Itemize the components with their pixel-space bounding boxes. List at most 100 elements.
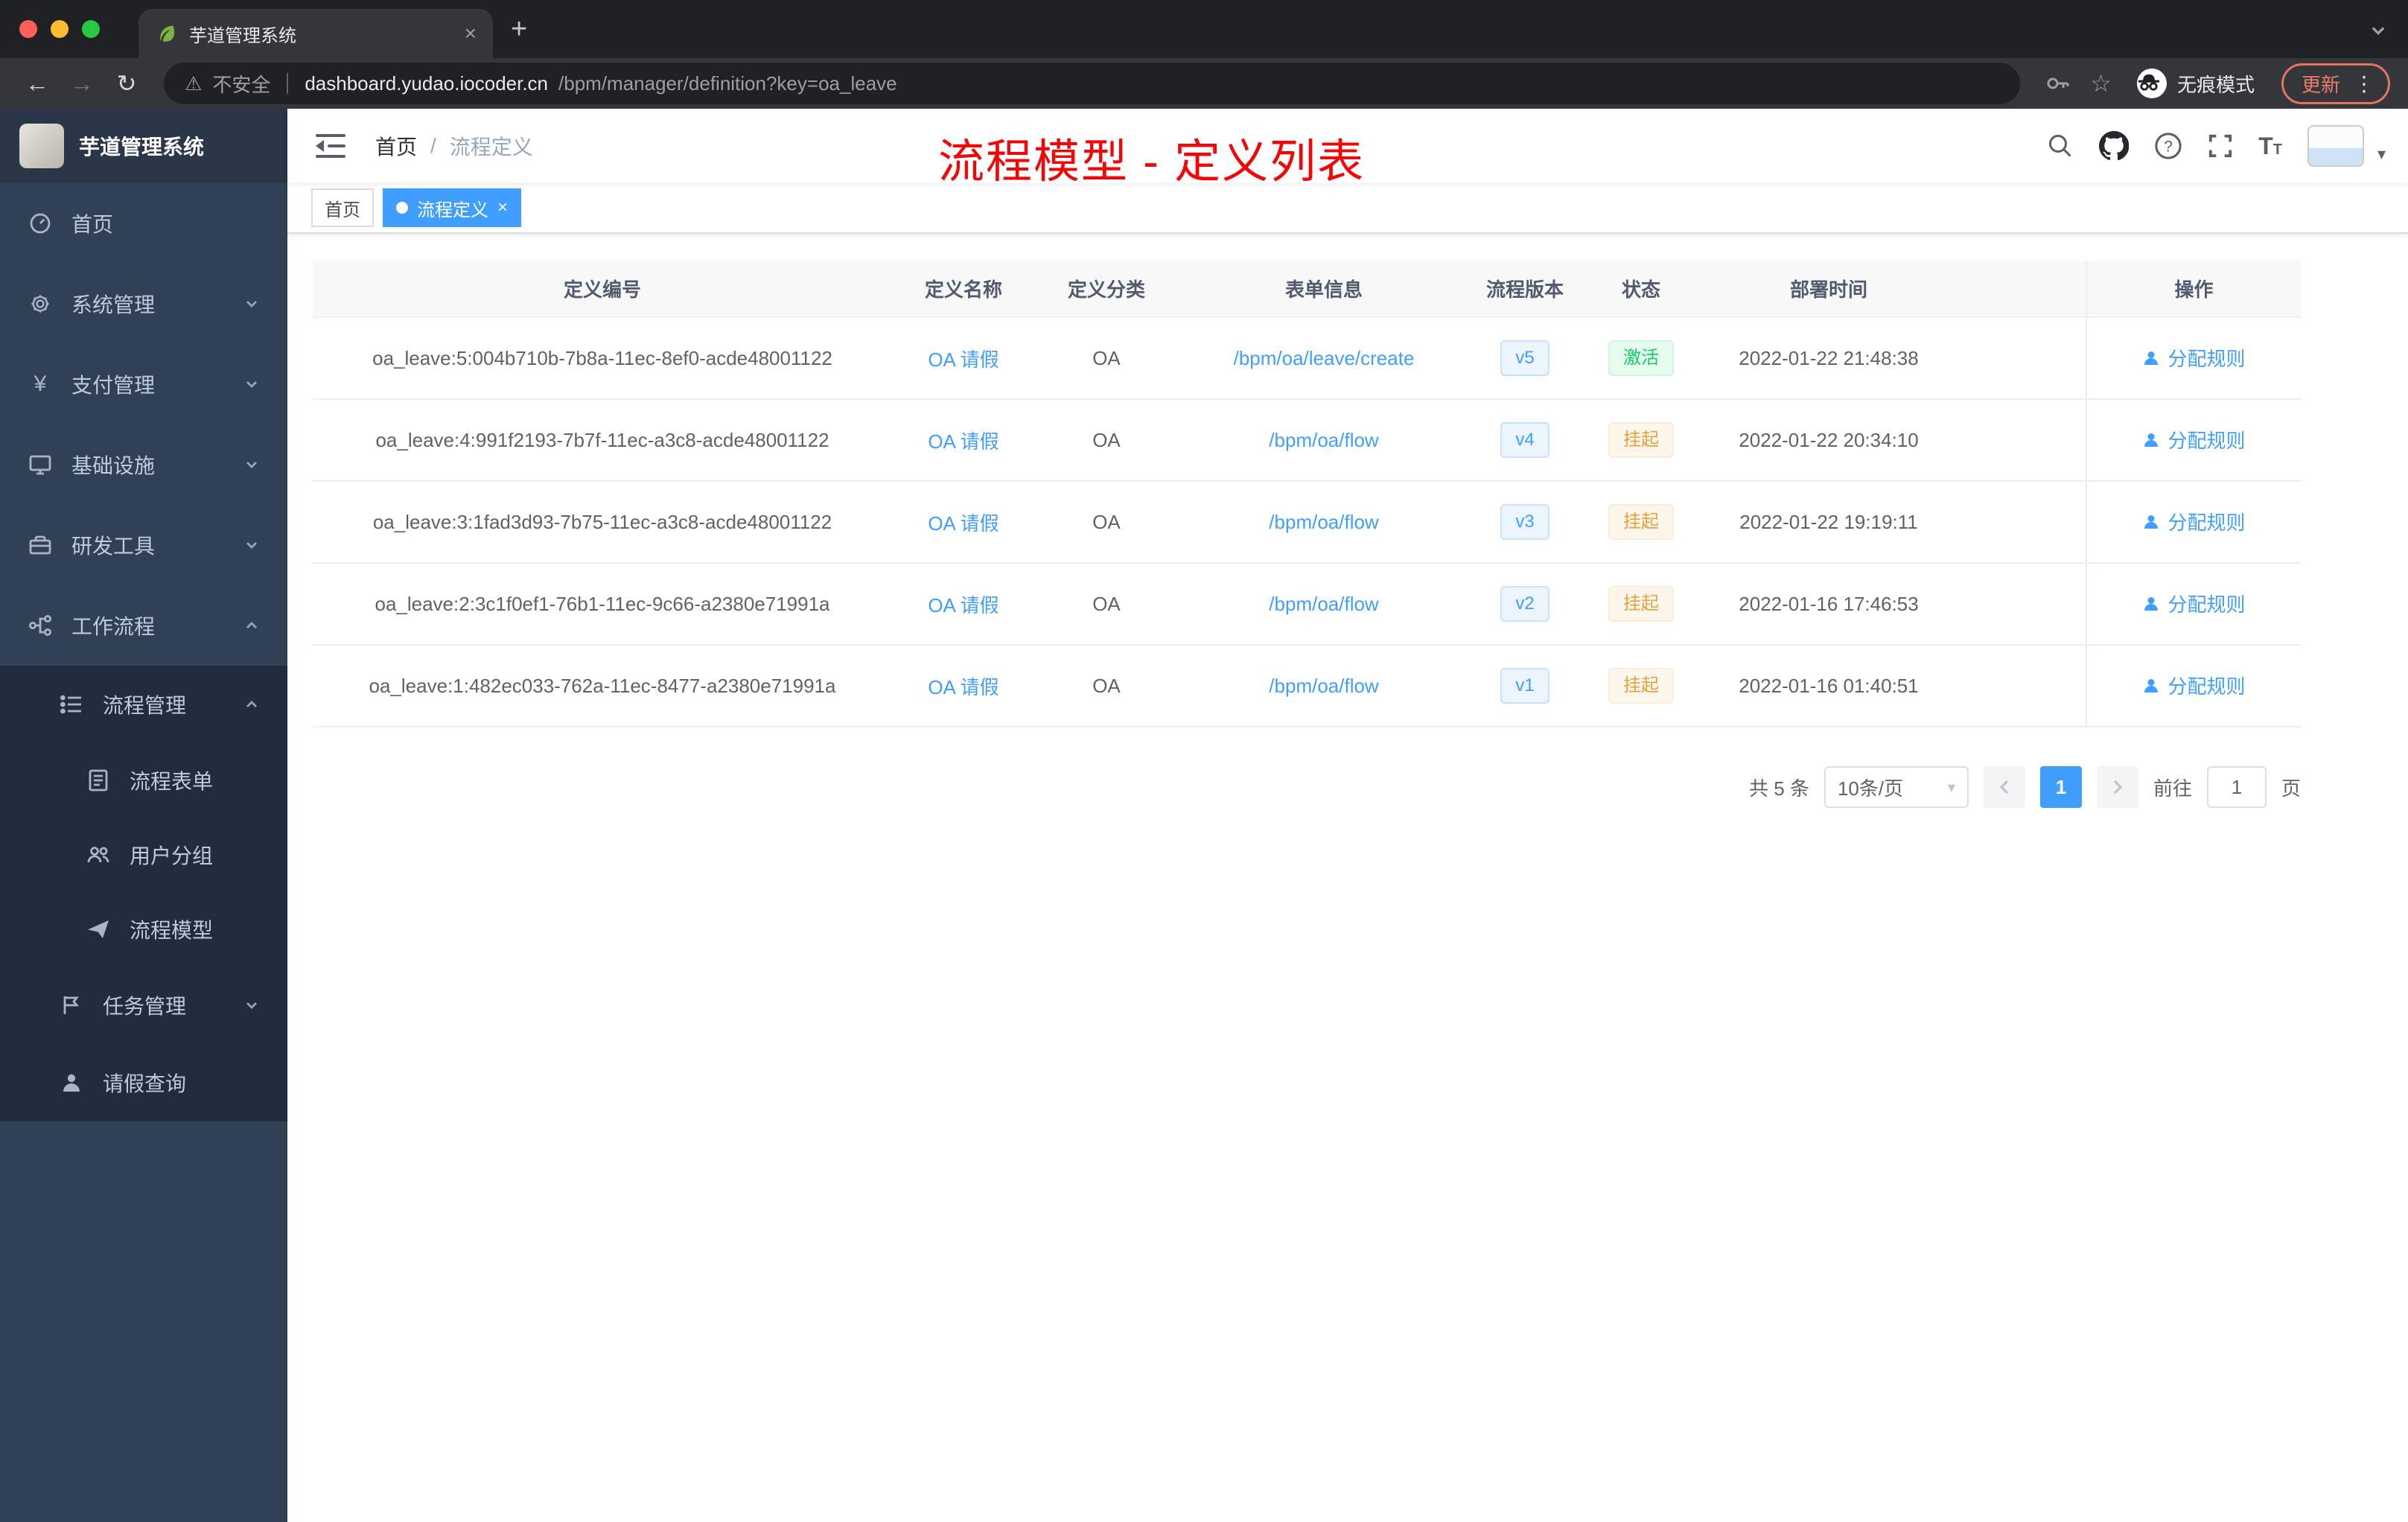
form-info-link[interactable]: /bpm/oa/flow <box>1269 511 1378 533</box>
sidebar-item-task-management[interactable]: 任务管理 <box>0 967 287 1044</box>
sidebar: 芋道管理系统 首页 系统管理 ¥ 支付管理 基础设施 研发工具 工作流程 流程管… <box>0 109 287 1522</box>
tags-view: 首页 流程定义 × <box>287 183 2408 234</box>
reload-icon[interactable]: ↻ <box>107 69 146 98</box>
font-size-icon[interactable]: TT <box>2258 133 2282 160</box>
more-menu-icon[interactable]: ⋮ <box>2354 71 2374 96</box>
incognito-badge: 无痕模式 <box>2136 69 2255 98</box>
cell-deploy-time: 2022-01-16 01:40:51 <box>1702 645 1955 727</box>
status-badge: 挂起 <box>1608 504 1674 540</box>
breadcrumb: 首页 / 流程定义 <box>375 131 533 161</box>
new-tab-button[interactable]: + <box>511 13 527 45</box>
sidebar-item-process-model[interactable]: 流程模型 <box>0 892 287 967</box>
tab-close-icon[interactable]: × <box>460 22 481 45</box>
version-badge[interactable]: v2 <box>1500 586 1549 622</box>
cell-definition-id: oa_leave:2:3c1f0ef1-76b1-11ec-9c66-a2380… <box>313 563 892 646</box>
logo-avatar <box>19 124 64 168</box>
tag-close-icon[interactable]: × <box>497 197 508 218</box>
col-operation: 操作 <box>2086 261 2301 318</box>
page-size-value: 10条/页 <box>1837 777 1904 800</box>
logo-title: 芋道管理系统 <box>79 136 205 159</box>
version-badge[interactable]: v1 <box>1500 668 1549 704</box>
status-badge: 挂起 <box>1608 668 1674 704</box>
user-icon <box>2144 433 2159 447</box>
sidebar-item-dev-tools[interactable]: 研发工具 <box>0 505 287 585</box>
incognito-label: 无痕模式 <box>2176 73 2255 96</box>
breadcrumb-home[interactable]: 首页 <box>375 131 417 161</box>
form-info-link[interactable]: /bpm/oa/leave/create <box>1234 347 1415 369</box>
cell-definition-id: oa_leave:1:482ec033-762a-11ec-8477-a2380… <box>313 645 892 727</box>
window-close-button[interactable] <box>19 20 37 38</box>
definition-name-link[interactable]: OA 请假 <box>928 676 998 698</box>
form-info-link[interactable]: /bpm/oa/flow <box>1269 675 1378 697</box>
col-form-info: 表单信息 <box>1178 261 1470 318</box>
definition-name-link[interactable]: OA 请假 <box>928 430 998 453</box>
col-definition-category: 定义分类 <box>1035 261 1178 318</box>
form-info-link[interactable]: /bpm/oa/flow <box>1269 429 1378 451</box>
sidebar-item-payment[interactable]: ¥ 支付管理 <box>0 344 287 424</box>
url-field[interactable]: ⚠ 不安全 dashboard.yudao.iocoder.cn/bpm/man… <box>164 63 2021 104</box>
tag-home[interactable]: 首页 <box>311 188 374 227</box>
bookmark-star-icon[interactable]: ☆ <box>2090 69 2112 98</box>
back-icon[interactable]: ← <box>18 70 57 98</box>
definition-name-link[interactable]: OA 请假 <box>928 512 998 535</box>
version-badge[interactable]: v4 <box>1500 422 1549 458</box>
page-size-select[interactable]: 10条/页 ▾ <box>1823 766 1969 808</box>
list-icon <box>60 692 83 716</box>
page-number-button[interactable]: 1 <box>2039 766 2082 808</box>
definition-name-link[interactable]: OA 请假 <box>928 594 998 617</box>
sidebar-item-system[interactable]: 系统管理 <box>0 264 287 344</box>
navbar: 首页 / 流程定义 流程模型 - 定义列表 ? TT ▾ <box>287 109 2408 188</box>
definition-name-link[interactable]: OA 请假 <box>928 348 998 371</box>
sidebar-item-leave-query[interactable]: 请假查询 <box>0 1044 287 1121</box>
chevron-down-icon <box>244 377 259 392</box>
sidebar-logo[interactable]: 芋道管理系统 <box>0 109 287 183</box>
sidebar-item-process-management[interactable]: 流程管理 <box>0 666 287 743</box>
sidebar-item-label: 流程模型 <box>130 919 214 942</box>
window-zoom-button[interactable] <box>82 20 100 38</box>
goto-suffix: 页 <box>2281 777 2301 800</box>
cell-filler <box>1955 645 2086 727</box>
help-icon[interactable]: ? <box>2154 132 2182 160</box>
assign-rule-link[interactable]: 分配规则 <box>2142 344 2246 372</box>
window-minimize-button[interactable] <box>51 20 69 38</box>
tag-process-definition[interactable]: 流程定义 × <box>383 188 522 227</box>
browser-tab[interactable]: 芋道管理系统 × <box>138 9 493 58</box>
sidebar-item-label: 用户分组 <box>130 844 214 867</box>
fullscreen-icon[interactable] <box>2208 133 2233 159</box>
status-badge: 挂起 <box>1608 422 1674 458</box>
search-icon[interactable] <box>2047 133 2074 159</box>
version-badge[interactable]: v3 <box>1500 504 1549 540</box>
user-avatar[interactable] <box>2307 125 2364 167</box>
github-icon[interactable] <box>2099 131 2130 161</box>
chevron-down-icon <box>244 457 259 472</box>
sidebar-item-process-form[interactable]: 流程表单 <box>0 743 287 818</box>
forward-icon[interactable]: → <box>63 70 101 98</box>
assign-rule-link[interactable]: 分配规则 <box>2142 426 2246 453</box>
version-badge[interactable]: v5 <box>1500 340 1549 376</box>
key-icon[interactable] <box>2045 71 2069 95</box>
sidebar-item-label: 系统管理 <box>71 293 156 316</box>
sidebar-fold-icon[interactable] <box>310 133 351 159</box>
form-info-link[interactable]: /bpm/oa/flow <box>1269 593 1378 615</box>
assign-rule-link[interactable]: 分配规则 <box>2142 672 2246 699</box>
active-dot <box>396 202 408 214</box>
assign-rule-link[interactable]: 分配规则 <box>2142 508 2246 535</box>
cell-filler <box>1955 481 2086 564</box>
person-icon <box>60 1071 83 1095</box>
flag-icon <box>60 993 83 1017</box>
prev-page-button[interactable] <box>1983 766 2025 808</box>
security-warning-icon: ⚠ <box>185 71 203 95</box>
sidebar-item-infrastructure[interactable]: 基础设施 <box>0 424 287 505</box>
assign-rule-link[interactable]: 分配规则 <box>2142 590 2246 617</box>
sidebar-item-workflow[interactable]: 工作流程 <box>0 585 287 666</box>
tab-search-chevron-icon[interactable] <box>2369 18 2387 45</box>
table-row: oa_leave:5:004b710b-7b8a-11ec-8ef0-acde4… <box>313 317 2301 400</box>
sidebar-item-home[interactable]: 首页 <box>0 183 287 264</box>
sidebar-item-user-group[interactable]: 用户分组 <box>0 818 287 892</box>
next-page-button[interactable] <box>2096 766 2138 808</box>
avatar-caret-icon[interactable]: ▾ <box>2377 144 2386 167</box>
page-content: 定义编号 定义名称 定义分类 表单信息 流程版本 状态 部署时间 操作 oa_l… <box>287 234 2408 1522</box>
chrome-update-button[interactable]: 更新 ⋮ <box>2281 63 2390 104</box>
security-label: 不安全 <box>212 73 271 96</box>
goto-page-input[interactable] <box>2206 766 2267 808</box>
